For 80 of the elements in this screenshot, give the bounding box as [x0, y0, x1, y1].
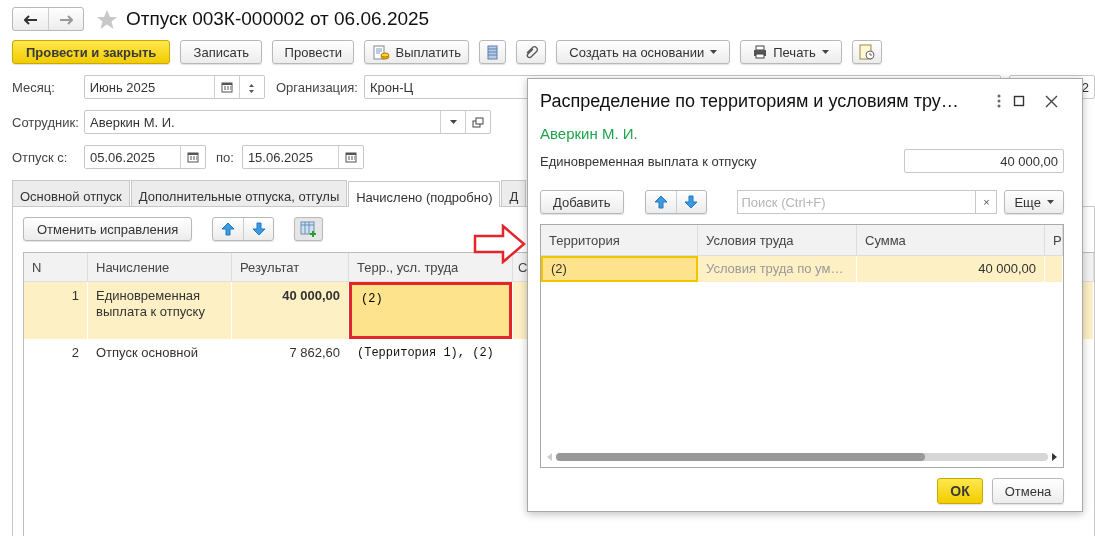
clear-button[interactable]: ×: [975, 190, 998, 214]
date-field[interactable]: 15.06.2025: [241, 145, 364, 169]
table-cell: Единовременная выплата к отпуску: [88, 282, 232, 339]
table-cell[interactable]: (2): [541, 256, 698, 282]
toolbar-button[interactable]: Записать: [180, 40, 263, 64]
tab[interactable]: Дополнительные отпуска, отгулы: [130, 180, 348, 206]
field-label: Отпуск с:: [12, 149, 69, 165]
table-cell: 7 862,60: [232, 339, 349, 396]
close-icon: [1045, 94, 1058, 108]
column-header[interactable]: Результат: [232, 253, 349, 282]
paperclip-icon: [524, 45, 539, 59]
tab[interactable]: Начислено (подробно): [348, 181, 501, 207]
date-field[interactable]: 05.06.2025: [84, 145, 206, 169]
add-button[interactable]: Добавить: [540, 190, 624, 214]
amount-field[interactable]: 40 000,00: [904, 149, 1064, 173]
calendar-icon: [220, 81, 233, 93]
caret-icon: [710, 50, 718, 54]
attachment-button[interactable]: [516, 40, 547, 64]
table-cell: Отпуск основной: [88, 339, 232, 396]
column-header[interactable]: Терр., усл. труда: [349, 253, 513, 282]
cancel-button[interactable]: Отмена: [992, 478, 1064, 504]
employee-field[interactable]: Аверкин М. И.: [84, 110, 491, 134]
column-header[interactable]: N: [24, 253, 88, 282]
up-icon: [249, 82, 255, 86]
column-header[interactable]: Условия труда: [698, 225, 857, 256]
down-arrow-icon: [684, 195, 698, 209]
list-icon: [487, 44, 499, 60]
column-header[interactable]: Р: [1045, 225, 1063, 256]
tab[interactable]: Д: [501, 180, 527, 206]
caret-icon: [1046, 200, 1054, 204]
left-arrow-icon: [23, 14, 38, 25]
post-and-close-button[interactable]: Провести и закрыть: [12, 40, 171, 64]
table-row[interactable]: (2) Условия труда по ум… 40 000,00: [541, 256, 1063, 282]
table-cell: 2: [24, 339, 88, 396]
more-options-icon: [997, 94, 1001, 108]
star-icon[interactable]: [96, 8, 118, 30]
calendar-icon: [344, 151, 357, 163]
up-arrow-icon: [221, 222, 236, 236]
table-cell: (Территория 1), (2): [349, 339, 513, 396]
field-label: по:: [216, 149, 234, 165]
caret-icon: [821, 50, 829, 54]
calendar-icon: [187, 151, 199, 163]
column-header[interactable]: Сумма: [857, 225, 1045, 256]
column-header[interactable]: Территория: [541, 225, 698, 256]
field-label: Сотрудник:: [12, 114, 80, 130]
down-icon: [249, 88, 255, 92]
amount-label: Единовременная выплата к отпуску: [540, 153, 757, 169]
search-field[interactable]: Поиск (Ctrl+F): [736, 190, 976, 214]
down-arrow-icon: [251, 222, 266, 236]
ok-button[interactable]: ОК: [937, 478, 983, 504]
cancel-corrections-button[interactable]: Отменить исправления: [23, 217, 193, 241]
field-label: Организация:: [275, 79, 358, 95]
field-label: Месяц:: [12, 79, 56, 95]
month-field[interactable]: Июнь 2025: [83, 75, 265, 99]
right-arrow-icon: [59, 14, 73, 25]
document-coins-icon: [372, 44, 390, 60]
caret-icon: [449, 120, 457, 124]
list-button[interactable]: [479, 40, 507, 64]
table-cell[interactable]: 40 000,00: [857, 256, 1045, 282]
toolbar-button[interactable]: Провести: [272, 40, 355, 64]
table-cell: 1: [24, 282, 88, 339]
more-button[interactable]: Еще: [1004, 190, 1064, 214]
pay-button[interactable]: Выплатить: [364, 40, 470, 64]
column-header[interactable]: Начисление: [88, 253, 232, 282]
up-arrow-icon: [653, 195, 668, 209]
pointer-arrow: [473, 224, 526, 264]
tab[interactable]: Основной отпуск: [12, 180, 130, 206]
document-clock-icon: [858, 44, 875, 60]
open-icon: [472, 116, 484, 128]
report-button[interactable]: [851, 40, 882, 64]
highlighted-cell: (2): [349, 282, 513, 339]
printer-icon: [753, 45, 768, 59]
window-title: Отпуск 003К-000002 от 06.06.2025: [126, 8, 430, 30]
maximize-icon: [1013, 95, 1025, 107]
table-add-icon: [300, 220, 318, 238]
dialog-title: Распределение по территориям и условиям тру…: [540, 90, 960, 112]
scroll-right-icon[interactable]: [1052, 453, 1057, 461]
create-based-on-button[interactable]: Создать на основании: [556, 40, 731, 64]
add-column-button[interactable]: [294, 217, 324, 241]
print-button[interactable]: Печать: [740, 40, 842, 64]
